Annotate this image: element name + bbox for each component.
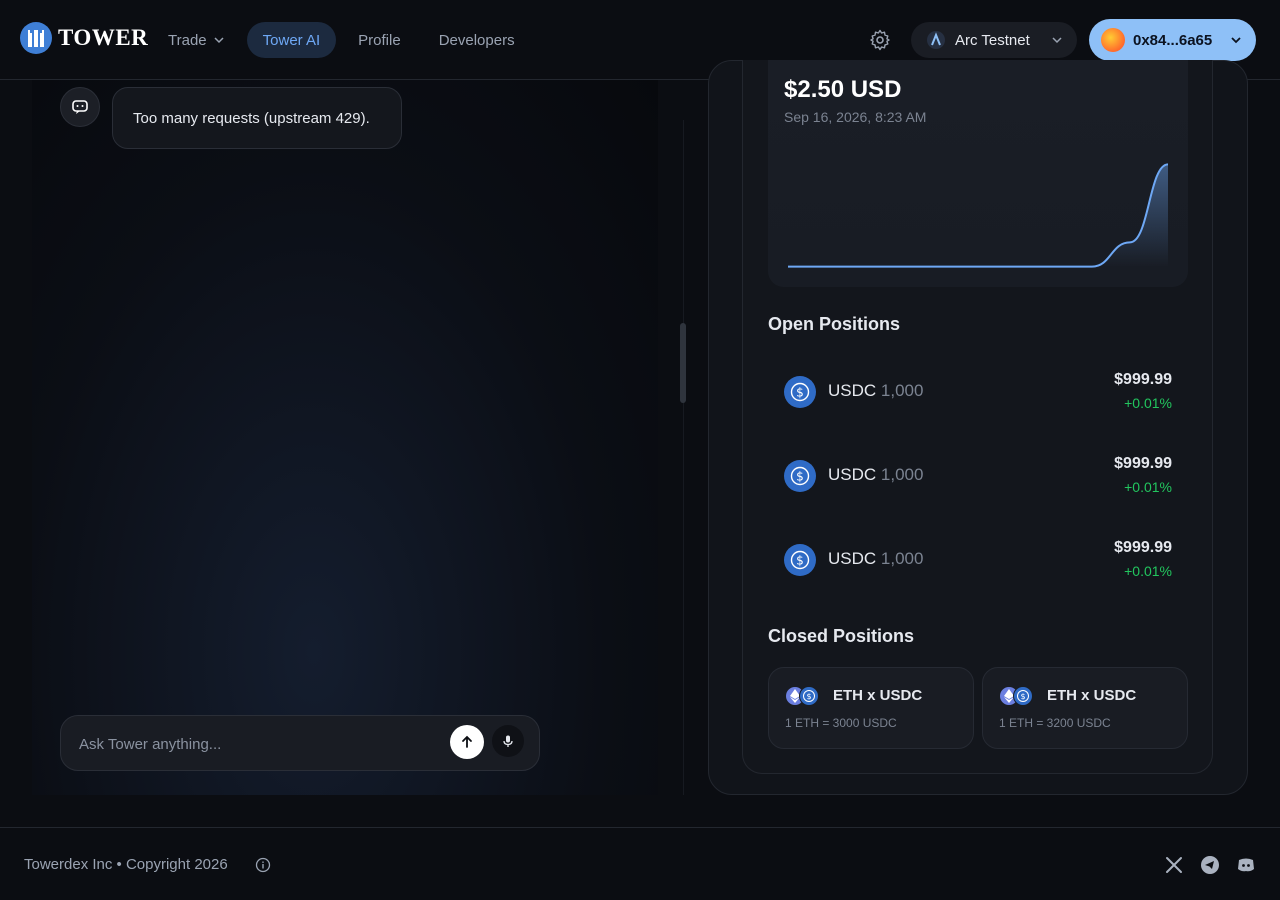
position-token-symbol: USDC — [828, 465, 877, 484]
position-amount: 1,000 — [880, 465, 924, 484]
panel-divider — [683, 120, 684, 795]
open-position-row[interactable]: $ USDC 1,000 $999.99 +0.01% — [768, 357, 1188, 427]
x-icon[interactable] — [1164, 855, 1184, 875]
discord-icon[interactable] — [1236, 855, 1256, 875]
position-change: +0.01% — [1124, 479, 1172, 495]
usdc-icon: $ — [1013, 686, 1033, 706]
main-nav: Trade Tower AI Profile Developers — [152, 22, 531, 58]
nav-trade[interactable]: Trade — [152, 22, 241, 58]
nav-profile[interactable]: Profile — [342, 22, 417, 58]
position-amount: 1,000 — [880, 381, 924, 400]
chevron-down-icon — [214, 37, 224, 44]
closed-pair-rate: 1 ETH = 3000 USDC — [785, 716, 897, 730]
arc-network-icon — [927, 31, 945, 49]
closed-position-card[interactable]: $ ETH x USDC 1 ETH = 3200 USDC — [982, 667, 1188, 749]
nav-profile-label: Profile — [358, 31, 401, 49]
nav-tower-ai[interactable]: Tower AI — [246, 22, 337, 58]
position-value: $999.99 — [1114, 371, 1172, 388]
svg-text:$: $ — [806, 692, 811, 701]
arrow-up-icon — [462, 735, 472, 748]
chart-series-line — [788, 163, 1169, 268]
network-label: Arc Testnet — [955, 31, 1030, 49]
position-amount: 1,000 — [880, 549, 924, 568]
nav-trade-label: Trade — [168, 31, 207, 49]
chart-area-fill — [788, 164, 1168, 267]
svg-text:$: $ — [1020, 692, 1025, 701]
position-token: USDC 1,000 — [828, 549, 923, 569]
nav-developers-label: Developers — [438, 31, 515, 49]
svg-text:$: $ — [796, 386, 804, 400]
gear-icon[interactable] — [868, 28, 892, 52]
chat-bot-icon — [72, 100, 88, 114]
wallet-avatar — [1101, 28, 1125, 52]
info-icon[interactable] — [255, 857, 271, 873]
microphone-icon — [503, 735, 513, 747]
portfolio-value: $2.50 USD — [784, 76, 902, 103]
closed-pair-name: ETH x USDC — [1047, 687, 1137, 704]
nav-tower-ai-label: Tower AI — [262, 31, 321, 49]
position-value: $999.99 — [1114, 539, 1172, 556]
position-change: +0.01% — [1124, 563, 1172, 579]
logo-text: TOWER — [58, 25, 149, 50]
mic-button[interactable] — [492, 725, 524, 757]
open-position-row[interactable]: $ USDC 1,000 $999.99 +0.01% — [768, 441, 1188, 511]
copyright-text: Towerdex Inc • Copyright 2026 — [24, 856, 228, 873]
position-token: USDC 1,000 — [828, 381, 923, 401]
usdc-icon: $ — [784, 544, 816, 576]
closed-positions-title: Closed Positions — [768, 626, 915, 646]
send-button[interactable] — [450, 725, 484, 759]
wallet-address: 0x84...6a65 — [1133, 31, 1213, 49]
open-positions-title: Open Positions — [768, 314, 901, 334]
closed-pair-rate: 1 ETH = 3200 USDC — [999, 716, 1111, 730]
position-change: +0.01% — [1124, 395, 1172, 411]
position-value: $999.99 — [1114, 455, 1172, 472]
position-token: USDC 1,000 — [828, 465, 923, 485]
assistant-message: Too many requests (upstream 429). — [112, 87, 402, 149]
chat-scrollbar[interactable] — [680, 323, 686, 403]
chat-input-box — [60, 715, 540, 771]
chevron-down-icon — [1231, 37, 1241, 44]
svg-text:$: $ — [796, 470, 804, 484]
position-token-symbol: USDC — [828, 381, 877, 400]
usdc-icon: $ — [784, 376, 816, 408]
chat-panel — [32, 80, 658, 795]
chevron-down-icon — [1052, 37, 1062, 44]
position-token-symbol: USDC — [828, 549, 877, 568]
portfolio-line-chart — [788, 163, 1169, 268]
wallet-button[interactable]: 0x84...6a65 — [1089, 19, 1256, 61]
closed-position-card[interactable]: $ ETH x USDC 1 ETH = 3000 USDC — [768, 667, 974, 749]
closed-pair-name: ETH x USDC — [833, 687, 923, 704]
message-text: Too many requests (upstream 429). — [133, 109, 370, 127]
portfolio-timestamp: Sep 16, 2026, 8:23 AM — [784, 109, 927, 125]
pair-icons: $ — [785, 686, 823, 706]
network-selector[interactable]: Arc Testnet — [911, 22, 1077, 58]
nav-developers[interactable]: Developers — [423, 22, 531, 58]
usdc-icon: $ — [784, 460, 816, 492]
tower-logo-icon — [20, 22, 52, 54]
footer: Towerdex Inc • Copyright 2026 — [0, 827, 1280, 900]
usdc-icon: $ — [799, 686, 819, 706]
chat-input[interactable] — [77, 732, 437, 756]
svg-text:$: $ — [796, 554, 804, 568]
logo[interactable]: TOWER — [20, 22, 148, 54]
assistant-avatar — [60, 87, 100, 127]
telegram-icon[interactable] — [1200, 855, 1220, 875]
open-position-row[interactable]: $ USDC 1,000 $999.99 +0.01% — [768, 525, 1188, 595]
pair-icons: $ — [999, 686, 1037, 706]
